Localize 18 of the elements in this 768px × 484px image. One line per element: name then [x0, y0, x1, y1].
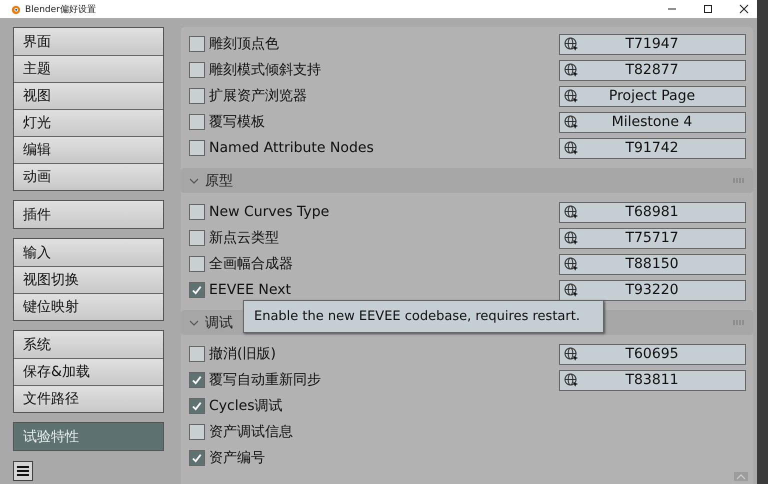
option-label: Cycles调试 — [209, 397, 283, 415]
option-label: 扩展资产浏览器 — [209, 87, 307, 105]
option-label: 覆写模板 — [209, 113, 265, 131]
window-title: Blender偏好设置 — [25, 4, 96, 16]
option-label: Named Attribute Nodes — [209, 140, 374, 156]
option-label: EEVEE Next — [209, 282, 292, 298]
option-label: 撤消(旧版) — [209, 345, 276, 363]
option-label: 资产调试信息 — [209, 423, 293, 441]
option-label: 资产编号 — [209, 449, 265, 467]
tooltip: Enable the new EEVEE codebase, requires restart. — [243, 300, 604, 333]
section-title: 调试 — [205, 314, 233, 332]
option-label: 雕刻模式倾斜支持 — [209, 61, 321, 79]
section-title: 原型 — [205, 172, 233, 190]
option-label: 雕刻顶点色 — [209, 35, 279, 53]
option-label: 新点云类型 — [209, 229, 279, 247]
option-label: New Curves Type — [209, 204, 330, 220]
option-label: 全画幅合成器 — [209, 255, 293, 273]
option-label: 覆写自动重新同步 — [209, 371, 321, 389]
